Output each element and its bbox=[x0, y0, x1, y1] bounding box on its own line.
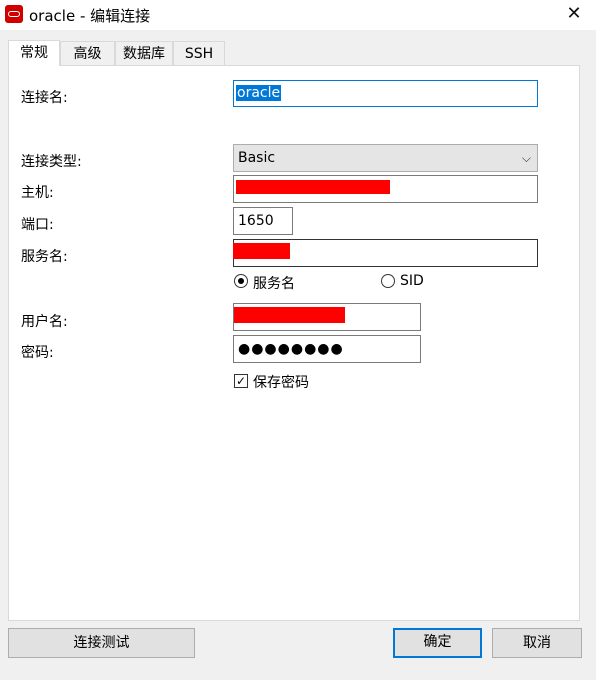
connection-type-select[interactable]: Basic ⌵ bbox=[233, 144, 538, 172]
test-connection-button[interactable]: 连接测试 bbox=[8, 628, 195, 658]
connection-type-value: Basic bbox=[238, 150, 276, 166]
redaction-mark bbox=[236, 180, 390, 194]
close-button[interactable]: ✕ bbox=[560, 1, 588, 27]
username-label: 用户名: bbox=[21, 314, 68, 330]
title-bar: oracle - 编辑连接 ✕ bbox=[0, 0, 596, 30]
ok-button[interactable]: 确定 bbox=[393, 628, 482, 658]
connection-type-label: 连接类型: bbox=[21, 154, 82, 170]
connection-name-value: oracle bbox=[236, 85, 282, 101]
tab-general[interactable]: 常规 bbox=[8, 40, 60, 66]
service-name-input[interactable] bbox=[233, 239, 538, 267]
chevron-down-icon: ⌵ bbox=[521, 151, 531, 165]
connection-name-label: 连接名: bbox=[21, 90, 68, 106]
tab-ssh[interactable]: SSH bbox=[173, 41, 225, 65]
cancel-button[interactable]: 取消 bbox=[492, 628, 582, 658]
window-title: oracle - 编辑连接 bbox=[29, 7, 151, 25]
password-input[interactable]: ●●●●●●●● bbox=[233, 335, 421, 363]
host-input[interactable] bbox=[233, 175, 538, 203]
sid-radio[interactable] bbox=[381, 274, 395, 288]
tab-advanced[interactable]: 高级 bbox=[60, 41, 115, 65]
oracle-app-icon bbox=[5, 5, 23, 23]
redaction-mark bbox=[233, 243, 290, 259]
redaction-mark bbox=[234, 307, 345, 323]
service-name-label: 服务名: bbox=[21, 249, 68, 265]
host-label: 主机: bbox=[21, 185, 54, 201]
connection-name-input[interactable]: oracle bbox=[233, 80, 538, 107]
password-label: 密码: bbox=[21, 345, 54, 361]
port-label: 端口: bbox=[21, 217, 54, 233]
save-password-checkbox[interactable]: ✓ bbox=[234, 374, 248, 388]
tab-database[interactable]: 数据库 bbox=[115, 41, 173, 65]
username-input[interactable] bbox=[233, 303, 421, 331]
port-input[interactable]: 1650 bbox=[233, 207, 293, 235]
service-name-radio[interactable] bbox=[234, 274, 248, 288]
save-password-label: 保存密码 bbox=[253, 375, 309, 391]
service-name-radio-label: 服务名 bbox=[253, 276, 295, 292]
sid-radio-label: SID bbox=[400, 273, 424, 289]
